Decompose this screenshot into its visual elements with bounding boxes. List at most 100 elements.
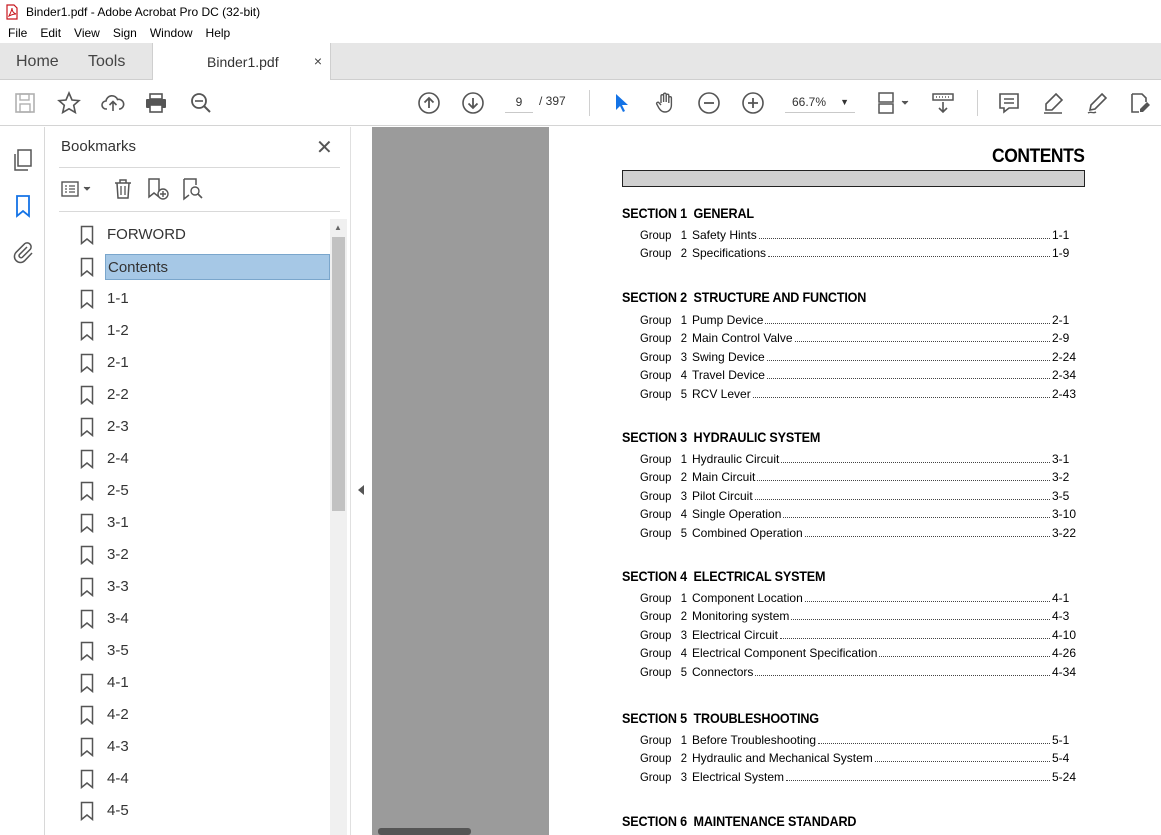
bookmark-item[interactable]: 4-5 (75, 795, 330, 827)
bookmark-item[interactable]: 4-3 (75, 731, 330, 763)
toc-entry[interactable]: Group 1 Pump Device 2-1 (640, 312, 1077, 327)
toc-title: Pump Device (692, 313, 764, 327)
bookmark-item[interactable]: 2-1 (75, 347, 330, 379)
zoom-level-select[interactable]: 66.7% ▼ (785, 91, 855, 113)
toc-page: 4-34 (1052, 664, 1077, 679)
page-thumbnails-icon[interactable] (11, 148, 35, 172)
bookmark-item[interactable]: 3-4 (75, 603, 330, 635)
star-icon[interactable] (57, 91, 81, 115)
toc-entry[interactable]: Group 2 Main Control Valve 2-9 (640, 330, 1077, 345)
bookmark-options-icon[interactable] (59, 177, 95, 201)
bookmark-item[interactable]: 3-1 (75, 507, 330, 539)
toc-entry[interactable]: Group 3 Pilot Circuit 3-5 (640, 488, 1077, 503)
cloud-upload-icon[interactable] (101, 91, 125, 115)
hand-tool-icon[interactable] (653, 91, 677, 115)
scroll-up-icon[interactable]: ▲ (334, 223, 342, 232)
tab-close-icon[interactable]: × (314, 53, 322, 69)
menu-window[interactable]: Window (142, 26, 198, 40)
toc-entry[interactable]: Group 2 Monitoring system 4-3 (640, 608, 1077, 623)
toc-entry[interactable]: Group 3 Electrical Circuit 4-10 (640, 627, 1077, 642)
save-icon[interactable] (13, 91, 37, 115)
title-underline-bar (622, 170, 1085, 187)
page-number-input[interactable]: 9 (505, 91, 533, 113)
bookmark-item[interactable]: 4-2 (75, 699, 330, 731)
toc-entry[interactable]: Group 5 Connectors 4-34 (640, 664, 1077, 679)
toc-leader-dots (791, 619, 1050, 621)
previous-page-icon[interactable] (417, 91, 441, 115)
print-icon[interactable] (144, 91, 168, 115)
toc-entry[interactable]: Group 4 Single Operation 3-10 (640, 506, 1077, 521)
bookmark-item[interactable]: 2-4 (75, 443, 330, 475)
scroll-mode-icon[interactable] (931, 91, 955, 115)
bookmark-item[interactable]: 4-4 (75, 763, 330, 795)
tab-home[interactable]: Home (16, 53, 59, 71)
toc-entry[interactable]: Group 2 Main Circuit 3-2 (640, 469, 1077, 484)
toc-page: 3-10 (1052, 507, 1077, 522)
bookmark-item[interactable]: 2-3 (75, 411, 330, 443)
tab-tools[interactable]: Tools (88, 53, 125, 71)
bookmark-search-icon[interactable] (180, 177, 204, 201)
toc-title: Monitoring system (692, 609, 790, 624)
bookmark-item[interactable]: 3-2 (75, 539, 330, 571)
bookmark-item[interactable]: 3-3 (75, 571, 330, 603)
menu-view[interactable]: View (66, 26, 105, 40)
bookmark-item[interactable]: FORWORD (75, 219, 330, 251)
toc-entry[interactable]: Group 3 Electrical System 5-24 (640, 769, 1077, 784)
toc-entry[interactable]: Group 5 Combined Operation 3-22 (640, 525, 1077, 540)
bookmark-item[interactable]: 2-5 (75, 475, 330, 507)
new-bookmark-icon[interactable] (145, 177, 169, 201)
toc-page: 4-26 (1052, 646, 1077, 661)
edit-document-icon[interactable] (1128, 91, 1152, 115)
zoom-out-icon[interactable] (697, 91, 721, 115)
toc-entry[interactable]: Group 1 Before Troubleshooting 5-1 (640, 732, 1077, 747)
toc-entry[interactable]: Group 4 Travel Device 2-34 (640, 367, 1077, 382)
tab-document[interactable]: Binder1.pdf × (152, 43, 331, 81)
toc-entry[interactable]: Group 5 RCV Lever 2-43 (640, 386, 1077, 401)
menu-sign[interactable]: Sign (105, 26, 142, 40)
horizontal-scrollbar-thumb[interactable] (378, 828, 471, 835)
bookmark-item[interactable]: 1-1 (75, 283, 330, 315)
bookmarks-scrollbar[interactable]: ▲ (330, 219, 347, 835)
menu-help[interactable]: Help (198, 26, 236, 40)
bookmark-item[interactable]: 3-5 (75, 635, 330, 667)
document-view[interactable]: CONTENTS SECTION 1 GENERAL Group 1 Safety … (372, 127, 1161, 835)
bookmark-label: 3-1 (107, 514, 129, 531)
toc-leader-dots (783, 517, 1050, 519)
toc-leader-dots (755, 674, 1050, 676)
zoom-search-icon[interactable] (189, 91, 213, 115)
page-fit-icon[interactable] (876, 91, 912, 115)
toc-entry[interactable]: Group 1 Component Location 4-1 (640, 590, 1077, 605)
bookmark-item[interactable]: 2-2 (75, 379, 330, 411)
bookmark-item[interactable]: Contents (75, 251, 330, 283)
toc-title: Component Location (692, 591, 803, 605)
collapse-panel-icon[interactable] (358, 485, 364, 495)
toc-leader-dots (794, 341, 1050, 343)
bookmark-item[interactable]: 4-1 (75, 667, 330, 699)
menu-edit[interactable]: Edit (32, 26, 66, 40)
highlight-pen-icon[interactable] (1041, 91, 1065, 115)
panel-splitter[interactable] (350, 127, 372, 835)
toc-entry[interactable]: Group 1 Safety Hints 1-1 (640, 227, 1077, 242)
toc-entry[interactable]: Group 2 Specifications 1-9 (640, 245, 1077, 260)
tab-document-label: Binder1.pdf (207, 54, 279, 70)
comment-icon[interactable] (997, 91, 1021, 115)
toc-title: Electrical System (692, 769, 785, 784)
bookmarks-panel-icon[interactable] (11, 194, 35, 218)
scrollbar-thumb[interactable] (332, 237, 345, 511)
toc-group: Group 5 (640, 386, 688, 401)
toc-entry[interactable]: Group 2 Hydraulic and Mechanical System 5-… (640, 750, 1077, 765)
bookmark-item[interactable]: 1-2 (75, 315, 330, 347)
attachments-paperclip-icon[interactable] (11, 240, 35, 264)
sign-pen-icon[interactable] (1085, 91, 1109, 115)
zoom-in-icon[interactable] (741, 91, 765, 115)
toc-entry[interactable]: Group 1 Hydraulic Circuit 3-1 (640, 451, 1077, 466)
next-page-icon[interactable] (461, 91, 485, 115)
toc-entry[interactable]: Group 4 Electrical Component Specificatio… (640, 645, 1077, 660)
toc-entry[interactable]: Group 3 Swing Device 2-24 (640, 349, 1077, 364)
delete-bookmark-trash-icon[interactable] (111, 177, 135, 201)
bookmark-label: Contents (105, 254, 330, 280)
select-cursor-icon[interactable] (609, 91, 633, 115)
menu-file[interactable]: File (0, 26, 32, 40)
bookmark-label: 4-4 (107, 770, 129, 787)
close-icon[interactable]: ✕ (316, 135, 333, 160)
